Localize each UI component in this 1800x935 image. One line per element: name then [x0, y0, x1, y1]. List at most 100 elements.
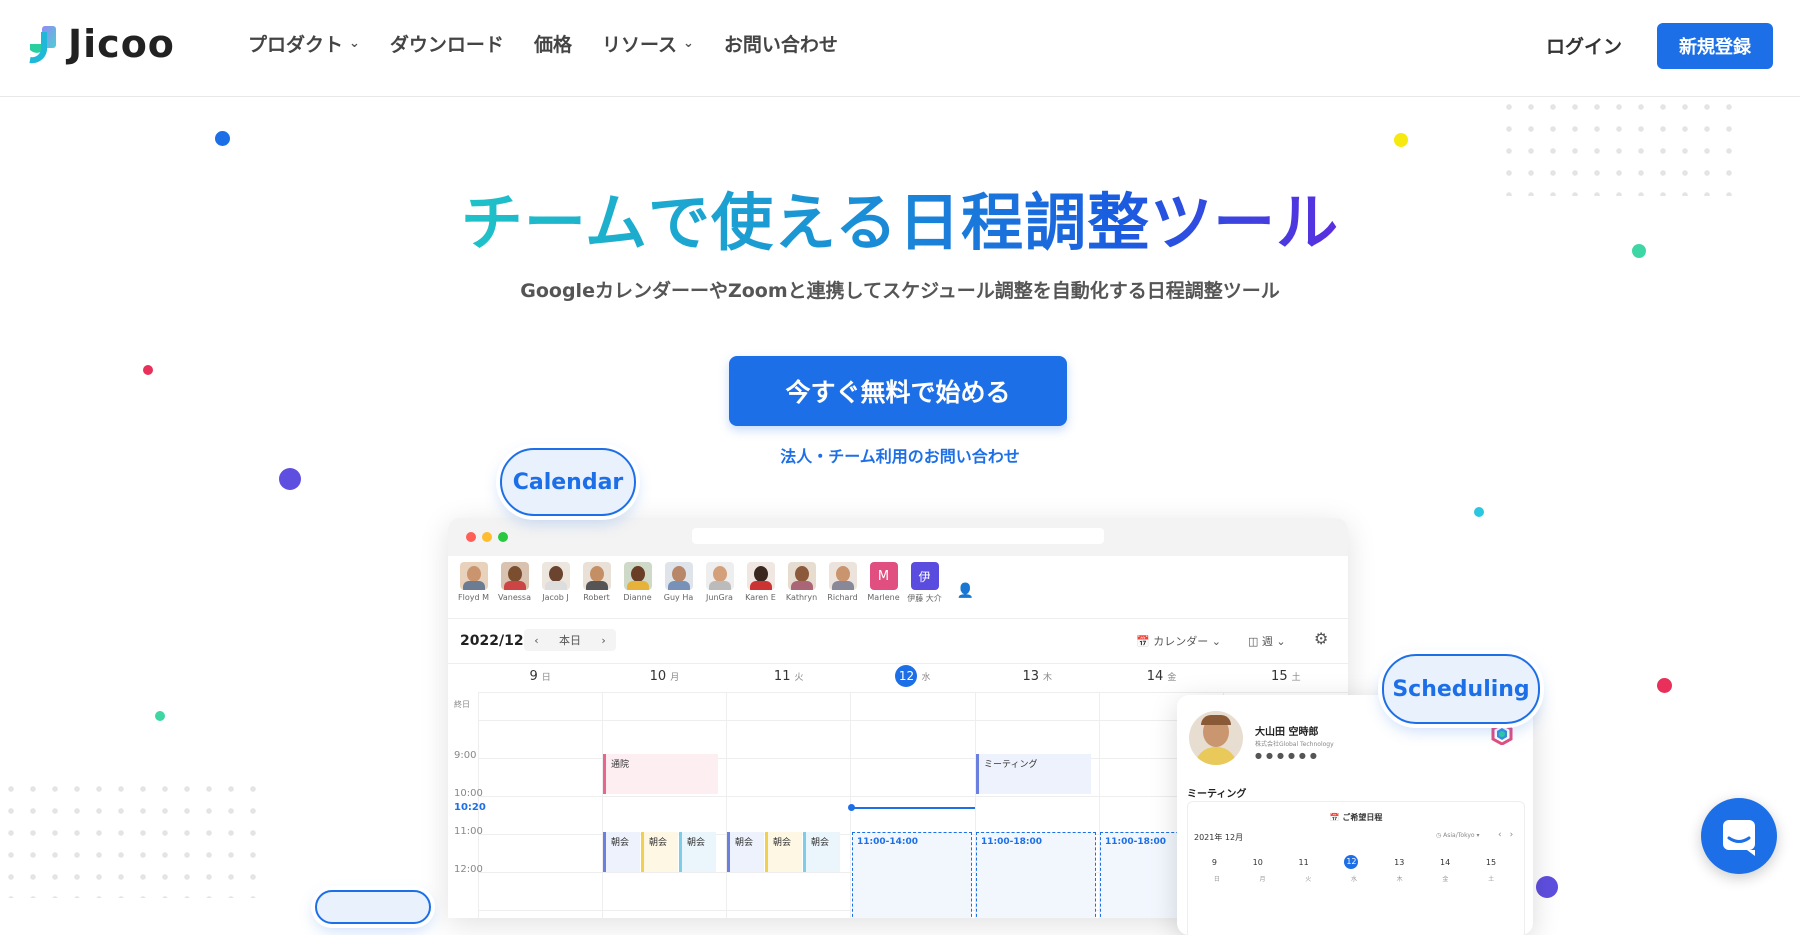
nav-resources[interactable]: リソース ⌄ — [602, 30, 694, 57]
event-morning[interactable]: 朝会 — [727, 832, 764, 872]
date-cell[interactable]: 10 — [1253, 858, 1263, 869]
member-name: Jacob J — [542, 593, 569, 602]
main-nav: プロダクト ⌄ ダウンロード 価格 リソース ⌄ お問い合わせ — [248, 30, 838, 57]
nav-download[interactable]: ダウンロード — [390, 30, 504, 57]
member-item[interactable]: M Marlene — [867, 562, 900, 612]
member-name: Dianne — [623, 593, 652, 602]
member-item[interactable]: Floyd M — [458, 562, 489, 612]
columns-icon: ◫ — [1248, 635, 1259, 648]
current-time-line — [851, 807, 975, 809]
event-morning[interactable]: 朝会 — [679, 832, 716, 872]
chevron-down-icon: ⌄ — [349, 36, 360, 51]
member-item[interactable]: Robert — [581, 562, 612, 612]
start-free-button[interactable]: 今すぐ無料で始める — [729, 356, 1067, 426]
avatar — [828, 562, 857, 590]
day-header: 15 土 — [1271, 669, 1301, 684]
member-item[interactable]: 伊伊藤 大介 — [907, 562, 942, 612]
avatar — [1189, 711, 1243, 765]
decor-dot — [1536, 876, 1558, 898]
time-label: 12:00 — [454, 864, 483, 875]
social-icons: ●●●●●● — [1255, 751, 1321, 760]
signup-button[interactable]: 新規登録 — [1657, 23, 1773, 69]
avatar — [746, 562, 775, 590]
time-label: 10:00 — [454, 788, 483, 799]
settings-gear-icon[interactable]: ⚙ — [1314, 629, 1328, 648]
nav-pricing[interactable]: 価格 — [534, 30, 572, 57]
day-header: 9日 — [529, 669, 551, 684]
event-hospital[interactable]: 通院 — [603, 754, 718, 794]
date-cell-selected[interactable]: 12 — [1344, 855, 1359, 869]
member-name: Richard — [827, 593, 858, 602]
hero-title: チームで使える日程調整ツール — [460, 186, 1340, 259]
logo-text: Jicoo — [68, 22, 175, 66]
logo-mark-icon — [28, 24, 62, 64]
event-meeting[interactable]: ミーティング — [976, 754, 1091, 794]
chevron-down-icon: ⌄ — [683, 36, 694, 51]
enterprise-contact-link: 法人・チーム利用のお問い合わせ — [780, 447, 1020, 466]
decor-dot — [1474, 507, 1484, 517]
member-name: Guy Ha — [663, 593, 694, 602]
member-name: Robert — [583, 593, 610, 602]
avatar — [705, 562, 734, 590]
event-morning[interactable]: 朝会 — [641, 832, 678, 872]
member-list: Floyd M Vanessa Jacob J Robert Dianne Gu… — [458, 562, 981, 612]
month-nav[interactable]: ‹› — [1498, 830, 1521, 840]
date-cell[interactable]: 15 — [1486, 858, 1496, 869]
close-dot-icon — [466, 532, 476, 542]
calendar-select[interactable]: 📅 カレンダー ⌄ — [1136, 633, 1221, 649]
chevron-left-icon[interactable]: ‹ — [534, 634, 538, 647]
member-item[interactable]: Dianne — [622, 562, 653, 612]
nav-contact[interactable]: お問い合わせ — [724, 30, 838, 57]
member-name: 伊藤 大介 — [907, 594, 942, 603]
login-link[interactable]: ログイン — [1546, 32, 1622, 59]
address-bar — [692, 528, 1104, 544]
day-header-today: 12 水 — [851, 662, 975, 692]
date-cell[interactable]: 13 — [1394, 858, 1404, 869]
jicoo-logo[interactable]: Jicoo — [28, 22, 175, 66]
member-item[interactable]: JunGra — [704, 562, 735, 612]
day-header: 13 木 — [1022, 669, 1053, 684]
event-morning[interactable]: 朝会 — [765, 832, 802, 872]
day-header: 14 金 — [1146, 669, 1177, 684]
avatar-initial: 伊 — [910, 562, 939, 590]
month-label: 2021年 12月 — [1194, 833, 1244, 842]
availability-slot[interactable]: 11:00-14:00 — [852, 832, 972, 918]
availability-slot[interactable]: 11:00-18:00 — [976, 832, 1096, 918]
member-item[interactable]: Kathryn — [786, 562, 817, 612]
member-item[interactable]: Karen E — [745, 562, 776, 612]
event-title: ミーティング — [1187, 789, 1247, 800]
avatar — [623, 562, 652, 590]
member-name: Vanessa — [498, 593, 531, 602]
host-name: 大山田 空時郎 — [1255, 727, 1319, 738]
company-logo-icon — [1491, 722, 1513, 746]
chat-launcher-button[interactable] — [1701, 798, 1777, 874]
member-item[interactable]: Richard — [827, 562, 858, 612]
decor-dot-grid — [0, 778, 260, 898]
today-button[interactable]: 本日 — [559, 632, 581, 648]
add-member-icon[interactable]: 👤 — [950, 562, 981, 612]
date-cell[interactable]: 14 — [1440, 858, 1450, 869]
member-item[interactable]: Vanessa — [498, 562, 531, 612]
chevron-right-icon[interactable]: › — [601, 634, 605, 647]
decor-dot — [1394, 133, 1408, 147]
event-morning[interactable]: 朝会 — [603, 832, 640, 872]
member-name: Marlene — [867, 593, 900, 602]
member-item[interactable]: Guy Ha — [663, 562, 694, 612]
date-cell[interactable]: 11 — [1299, 858, 1309, 869]
hero-subtitle: GoogleカレンダーーやZoomと連携してスケジュール調整を自動化する日程調整… — [520, 280, 1280, 302]
scheduling-pill: Scheduling — [1382, 654, 1540, 724]
avatar-initial: M — [869, 562, 898, 590]
view-select[interactable]: ◫ 週 ⌄ — [1248, 633, 1286, 649]
calendar-icon: 📅 — [1136, 635, 1150, 648]
member-name: JunGra — [706, 593, 733, 602]
timezone-select[interactable]: ◷ Asia/Tokyo ▾ — [1436, 832, 1479, 839]
avatar — [787, 562, 816, 590]
chat-icon — [1723, 820, 1755, 856]
date-cell[interactable]: 9 — [1212, 858, 1217, 869]
scheduling-card: 大山田 空時郎 株式会社Global Technology ●●●●●● ミーテ… — [1177, 695, 1533, 935]
date-nav: ‹ 本日 › — [524, 629, 616, 651]
member-item[interactable]: Jacob J — [540, 562, 571, 612]
nav-resources-label: リソース — [601, 34, 678, 56]
nav-product[interactable]: プロダクト ⌄ — [248, 30, 360, 57]
event-morning[interactable]: 朝会 — [803, 832, 840, 872]
